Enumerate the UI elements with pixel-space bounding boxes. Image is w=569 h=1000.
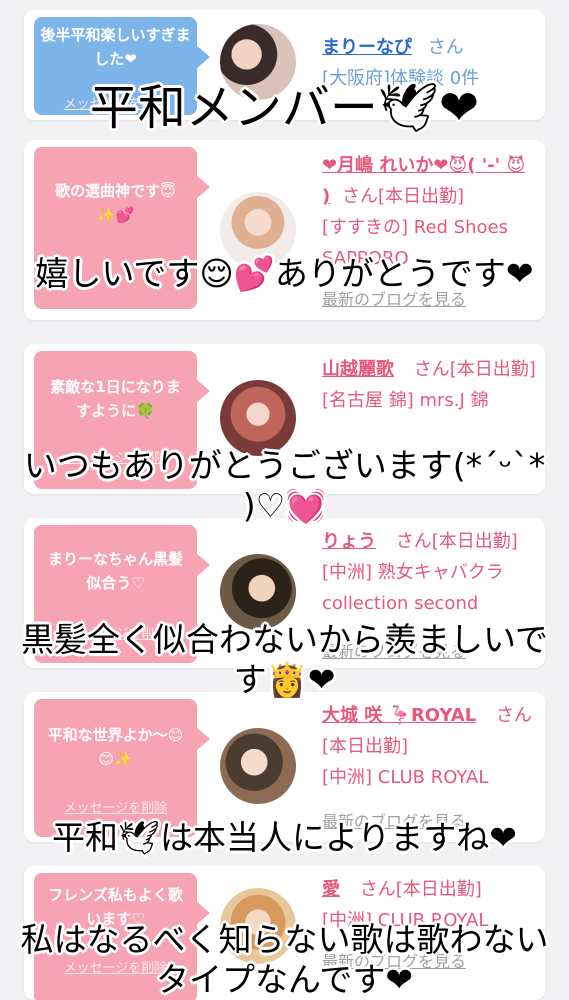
- overlay-caption: 嬉しいです😌💕ありがとうです❤: [35, 254, 534, 293]
- message-bubble: 平和な世界よか〜😊😊✨ メッセージを削除: [34, 699, 210, 837]
- message-text: まりーなちゃん黒髪似合う♡: [47, 550, 183, 592]
- message-text: 素敵な1日になりますように🍀: [50, 378, 181, 420]
- overlay-caption: 私はなるべく知らない歌は歌わないタイプなんです❤: [20, 920, 549, 999]
- user-name-link[interactable]: りょう: [322, 531, 376, 552]
- honorific: さん[本日出勤]: [359, 879, 482, 900]
- message-text: 後半平和楽しいすぎました❤: [40, 26, 191, 68]
- message-text: 歌の選曲神です😇✨💕: [55, 182, 176, 224]
- user-name-link[interactable]: 大城 咲 🦩ROYAL: [322, 705, 476, 726]
- avatar[interactable]: [220, 554, 296, 630]
- avatar[interactable]: [220, 380, 296, 456]
- shop-link[interactable]: [名古屋 錦] mrs.J 錦: [322, 390, 489, 411]
- honorific: さん[本日出勤]: [413, 359, 536, 380]
- shop-link[interactable]: [中洲] CLUB ROYAL: [322, 767, 488, 788]
- overlay-caption: いつもありがとうございます(*ˊᵕˋ* )♡💓: [23, 446, 546, 525]
- user-name-link[interactable]: 愛: [322, 879, 340, 900]
- message-text: 平和な世界よか〜😊😊✨: [47, 726, 184, 768]
- honorific: さん: [427, 37, 464, 58]
- honorific: さん[本日出勤]: [395, 531, 518, 552]
- shop-link[interactable]: [中洲] 熟女キャバクラ collection second: [322, 562, 504, 614]
- avatar[interactable]: [220, 728, 296, 804]
- user-name-link[interactable]: 山越麗歌: [322, 359, 394, 380]
- overlay-caption: 平和メンバー🕊❤: [89, 80, 480, 136]
- overlay-caption: 黒髪全く似合わないから羨ましいです👸❤: [20, 620, 548, 699]
- user-name-link[interactable]: まりーなぴ: [322, 37, 412, 58]
- overlay-caption: 平和🕊は本当人によりますね❤: [52, 818, 517, 857]
- honorific: さん[本日出勤]: [341, 186, 465, 207]
